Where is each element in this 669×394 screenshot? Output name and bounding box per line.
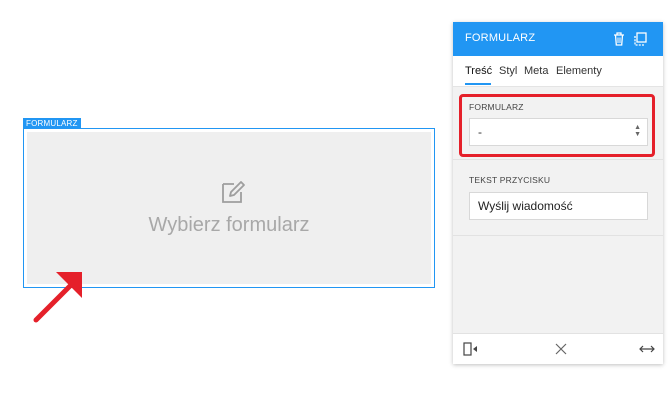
select-arrows-icon: ▲ ▼ [634, 124, 641, 138]
button-text-label: TEKST PRZYCISKU [469, 175, 551, 185]
button-text-section: TEKST PRZYCISKU Wyślij wiadomość [453, 160, 663, 236]
settings-panel: FORMULARZ Treść Styl Meta Elementy FORMU… [453, 22, 663, 364]
placeholder-text: Wybierz formularz [148, 214, 310, 236]
tab-meta[interactable]: Meta [524, 65, 548, 77]
form-select-value: - [478, 125, 482, 139]
button-text-value: Wyślij wiadomość [478, 199, 573, 213]
form-select-section: FORMULARZ - ▲ ▼ [453, 87, 663, 160]
tab-elementy[interactable]: Elementy [556, 65, 602, 77]
button-text-input[interactable]: Wyślij wiadomość [469, 192, 648, 220]
panel-tabs: Treść Styl Meta Elementy [453, 56, 663, 87]
edit-icon [222, 181, 245, 203]
active-tab-indicator [465, 83, 491, 85]
duplicate-icon[interactable] [632, 31, 648, 47]
collapse-panel-icon[interactable] [463, 342, 479, 356]
annotation-arrow [33, 272, 82, 323]
expand-width-icon[interactable] [639, 342, 655, 356]
form-select[interactable]: - ▲ ▼ [469, 118, 648, 146]
tab-styl[interactable]: Styl [499, 65, 517, 77]
form-block-placeholder-area[interactable]: Wybierz formularz [27, 132, 431, 284]
panel-header: FORMULARZ [453, 22, 663, 56]
panel-title: FORMULARZ [465, 32, 536, 44]
panel-footer [453, 333, 663, 364]
form-select-label: FORMULARZ [469, 102, 524, 112]
close-icon[interactable] [553, 342, 569, 356]
trash-icon[interactable] [611, 31, 627, 47]
tab-tresc[interactable]: Treść [465, 65, 492, 77]
